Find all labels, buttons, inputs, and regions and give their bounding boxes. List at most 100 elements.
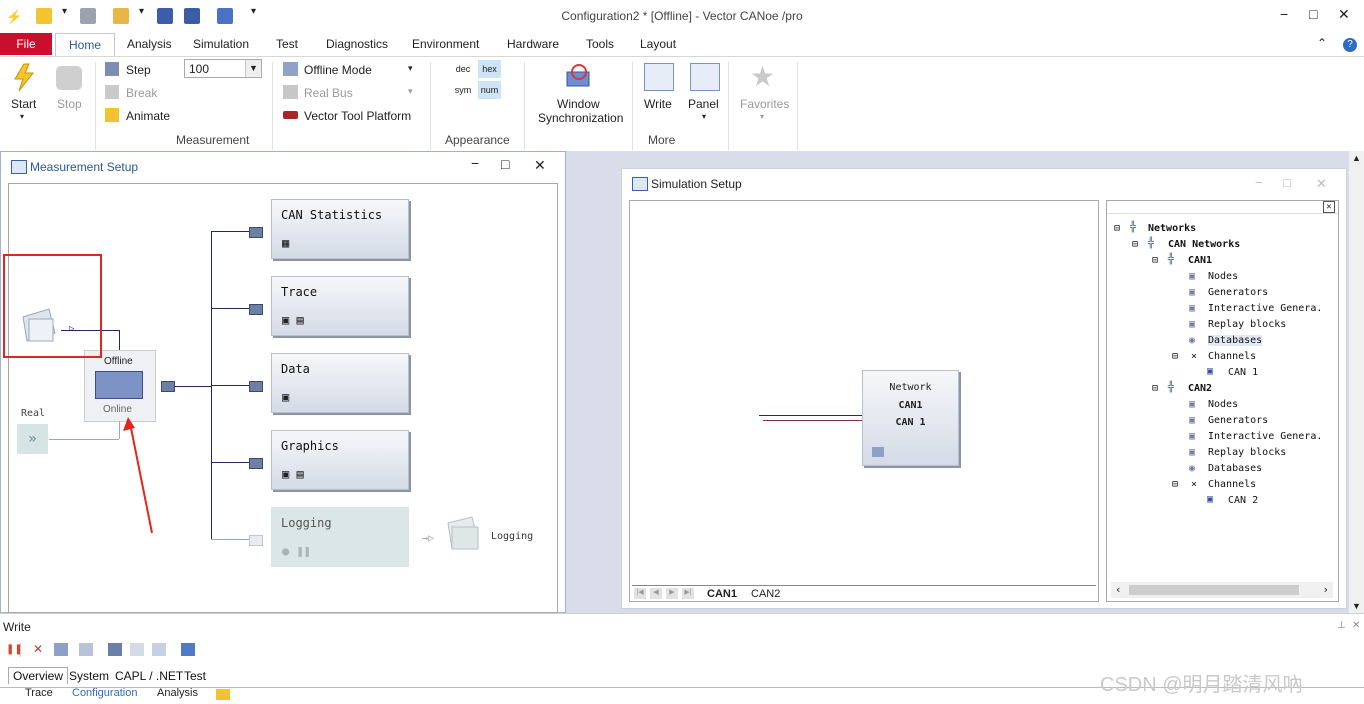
connector-node[interactable] (249, 535, 263, 546)
data-block[interactable]: Data ▣ (271, 353, 409, 413)
tree-node-databases[interactable]: Databases (1208, 335, 1263, 346)
offline-mode-dropdown-icon[interactable]: ▾ (408, 63, 413, 74)
favorites-button[interactable]: Favorites (740, 97, 789, 111)
start-dropdown-icon[interactable]: ▾ (20, 112, 24, 121)
desktop-tab-trace[interactable]: Trace (25, 687, 53, 699)
collapse-ribbon-icon[interactable]: ⌃ (1317, 36, 1327, 50)
maximize-button[interactable]: □ (1309, 6, 1317, 22)
tab-simulation[interactable]: Simulation (193, 37, 249, 51)
minimize-button[interactable]: − (1280, 6, 1288, 22)
tab-home[interactable]: Home (55, 33, 115, 57)
maximize-button[interactable]: □ (1283, 175, 1291, 190)
connector-node[interactable] (249, 458, 263, 469)
scroll-thumb[interactable] (1129, 585, 1299, 595)
offline-mode-button[interactable]: Offline Mode (304, 63, 372, 77)
scroll-up-icon[interactable]: ▲ (1352, 153, 1361, 163)
break-button[interactable]: Break (126, 86, 157, 100)
panel-dropdown-icon[interactable]: ▾ (702, 112, 706, 121)
chevron-down-icon[interactable]: ▼ (245, 60, 261, 77)
options-icon[interactable] (181, 643, 195, 656)
star-icon[interactable]: ★ (750, 60, 775, 93)
last-sheet-icon[interactable]: ▶| (682, 588, 694, 599)
delete-icon[interactable] (79, 643, 93, 656)
logging-block[interactable]: Logging ● ❚❚ (271, 507, 409, 567)
tab-system[interactable]: System (69, 669, 109, 683)
connector-node[interactable] (249, 227, 263, 238)
tree-node-generators[interactable]: Generators (1208, 415, 1268, 426)
tree-node-generators[interactable]: Generators (1208, 287, 1268, 298)
real-bus-button[interactable]: Real Bus (304, 86, 353, 100)
online-offline-switch[interactable]: Offline Online (84, 350, 156, 422)
tab-test[interactable]: Test (276, 37, 298, 51)
close-button[interactable]: ✕ (1338, 6, 1350, 23)
tree-node-channel-can1[interactable]: CAN 1 (1228, 367, 1258, 378)
close-button[interactable]: ✕ (534, 157, 546, 174)
new-desktop-icon[interactable] (216, 689, 230, 700)
tree-expander-icon[interactable]: ⊟ (1152, 383, 1158, 394)
write-button[interactable]: Write (644, 97, 672, 111)
close-icon[interactable]: ✕ (1323, 201, 1335, 213)
scroll-left-icon[interactable]: ‹ (1115, 583, 1122, 596)
hex-button[interactable]: hex (478, 60, 501, 78)
tab-analysis[interactable]: Analysis (127, 37, 172, 51)
scroll-down-icon[interactable]: ▼ (1352, 601, 1361, 611)
tree-node-nodes[interactable]: Nodes (1208, 399, 1238, 410)
clear-all-icon[interactable] (54, 643, 68, 656)
tree-node-replay-blocks[interactable]: Replay blocks (1208, 319, 1286, 330)
tab-layout[interactable]: Layout (640, 37, 676, 51)
tree-node-can2[interactable]: CAN2 (1188, 383, 1212, 394)
tree-node-can-networks[interactable]: CAN Networks (1168, 239, 1240, 250)
tree-expander-icon[interactable]: ⊟ (1132, 239, 1138, 250)
connector-node[interactable] (249, 304, 263, 315)
sheet-tab-can1[interactable]: CAN1 (707, 588, 737, 600)
tree-expander-icon[interactable]: ⊟ (1114, 223, 1120, 234)
first-sheet-icon[interactable]: |◀ (634, 588, 646, 599)
num-button[interactable]: num (478, 81, 501, 99)
tree-node-nodes[interactable]: Nodes (1208, 271, 1238, 282)
animation-speed-select[interactable]: 100 ▼ (184, 59, 262, 78)
tab-diagnostics[interactable]: Diagnostics (326, 37, 388, 51)
tab-file[interactable]: File (0, 33, 52, 55)
find-icon[interactable] (108, 643, 122, 656)
help-icon[interactable]: ? (1343, 38, 1357, 52)
trace-block[interactable]: Trace ▣ ▤ (271, 276, 409, 336)
close-button[interactable]: ✕ (1316, 176, 1327, 192)
real-bus-dropdown-icon[interactable]: ▾ (408, 86, 413, 97)
prev-sheet-icon[interactable]: ◀ (650, 588, 662, 599)
favorites-dropdown-icon[interactable]: ▾ (760, 112, 764, 121)
tab-test[interactable]: Test (184, 669, 206, 683)
tree-node-channels[interactable]: Channels (1208, 479, 1256, 490)
tree-node-replay-blocks[interactable]: Replay blocks (1208, 447, 1286, 458)
clear-icon[interactable]: ✕ (33, 642, 43, 656)
tree-expander-icon[interactable]: ⊟ (1152, 255, 1158, 266)
tree-node-interactive-generators[interactable]: Interactive Genera. (1208, 431, 1322, 442)
tree-expander-icon[interactable]: ⊟ (1172, 479, 1178, 490)
export-icon[interactable] (152, 643, 166, 656)
copy-icon[interactable] (130, 643, 144, 656)
write-icon[interactable] (644, 63, 674, 91)
scroll-right-icon[interactable]: › (1322, 583, 1329, 596)
logging-file-icon[interactable] (442, 515, 486, 551)
connector-node[interactable] (249, 381, 263, 392)
minimize-button[interactable]: − (1255, 175, 1263, 190)
desktop-tab-analysis[interactable]: Analysis (157, 687, 198, 699)
tree-node-can1[interactable]: CAN1 (1188, 255, 1212, 266)
maximize-button[interactable]: □ (501, 156, 509, 172)
tab-overview[interactable]: Overview (8, 667, 69, 684)
pin-icon[interactable]: ⊥ (1337, 620, 1346, 631)
tree-expander-icon[interactable]: ⊟ (1172, 351, 1178, 362)
tab-capl-net[interactable]: CAPL / .NET (115, 669, 183, 683)
tree-node-interactive-generators[interactable]: Interactive Genera. (1208, 303, 1322, 314)
sym-button[interactable]: sym (451, 81, 475, 99)
tree-horizontal-scrollbar[interactable]: ‹ › (1111, 582, 1333, 598)
tab-environment[interactable]: Environment (412, 37, 479, 51)
animate-button[interactable]: Animate (126, 109, 170, 123)
panel-button[interactable]: Panel (688, 97, 719, 111)
graphics-block[interactable]: Graphics ▣ ▤ (271, 430, 409, 490)
can-statistics-block[interactable]: CAN Statistics ▦ (271, 199, 409, 259)
sheet-tab-can2[interactable]: CAN2 (751, 588, 780, 600)
tree-node-channels[interactable]: Channels (1208, 351, 1256, 362)
close-icon[interactable]: ✕ (1352, 620, 1360, 631)
workspace-scrollbar[interactable]: ▲ ▼ (1349, 151, 1364, 613)
stop-icon[interactable] (56, 66, 82, 90)
